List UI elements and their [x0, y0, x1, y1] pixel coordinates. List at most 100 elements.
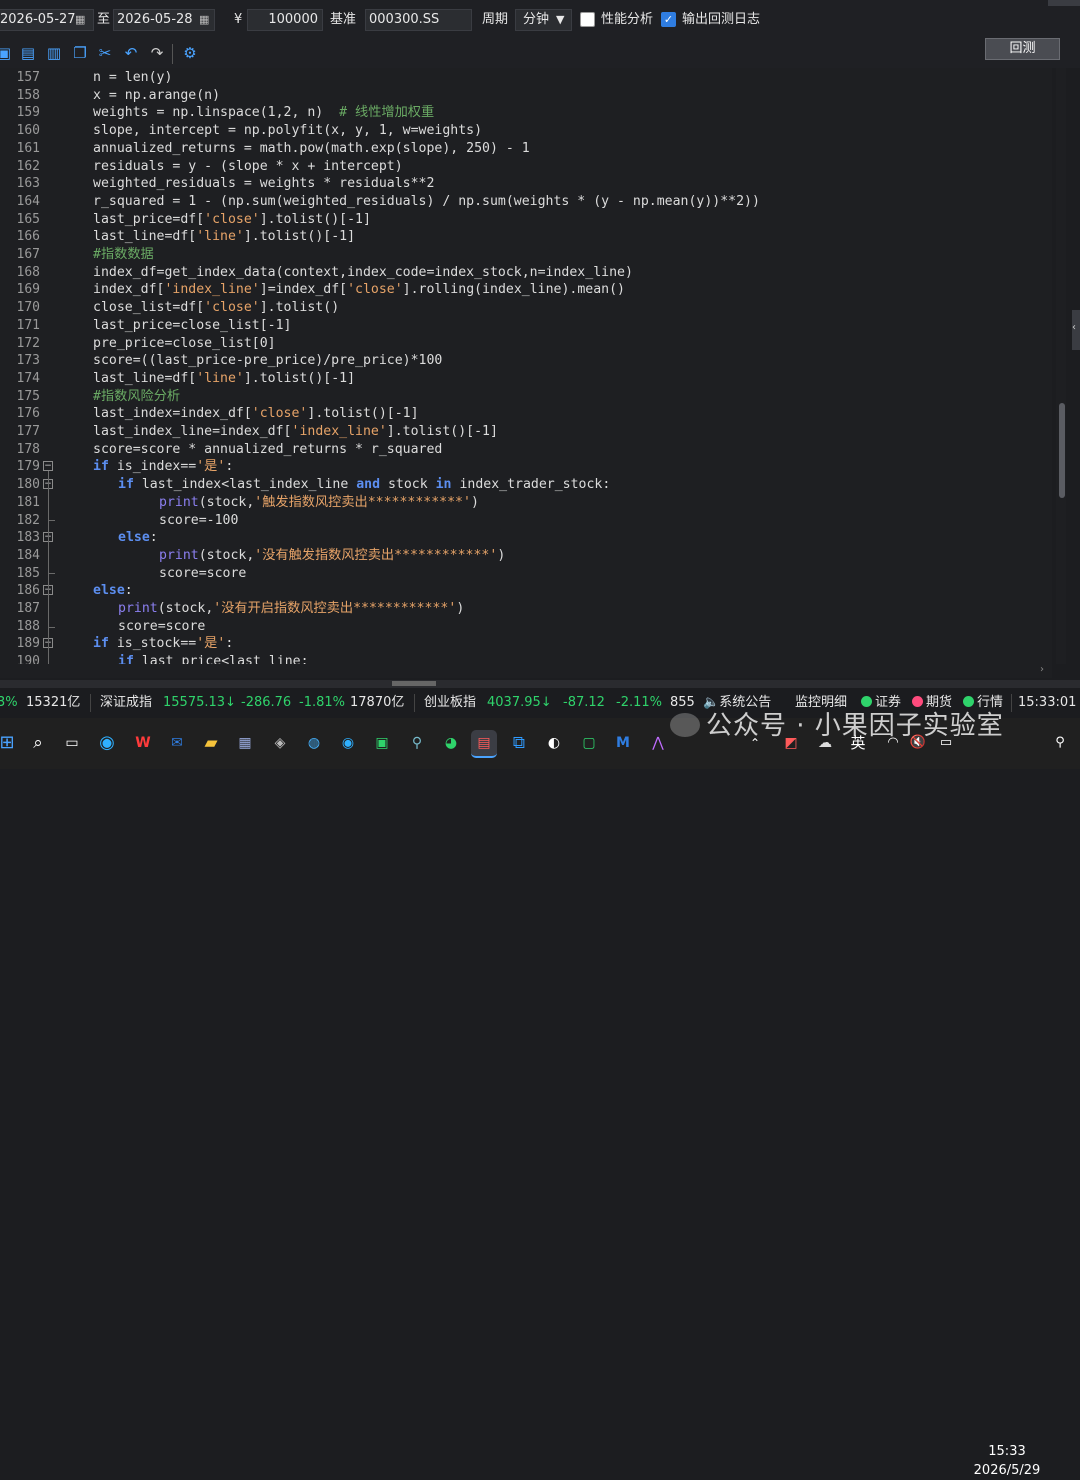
edge-dev-icon[interactable]: ◉ — [335, 730, 361, 756]
wechat-icon[interactable]: ◕ — [438, 730, 464, 756]
copy-icon[interactable]: ❐ — [70, 43, 90, 63]
capital-value: 100000 — [268, 12, 318, 27]
code-line[interactable]: 180−if last_index<last_index_line and st… — [0, 476, 1052, 494]
code-line[interactable]: 177 last_index_line=index_df['index_line'… — [0, 423, 1052, 441]
line-number: 180 — [16, 477, 40, 493]
store-icon[interactable]: ▦ — [232, 730, 258, 756]
chevron-right-icon: › — [1040, 664, 1044, 675]
message-app-icon[interactable]: ▢ — [576, 730, 602, 756]
panda-app-icon[interactable]: ◐ — [541, 730, 567, 756]
code-line[interactable]: 189−if is_stock=='是': — [0, 635, 1052, 653]
code-line[interactable]: 186−else: — [0, 582, 1052, 600]
code-line[interactable]: 183−else: — [0, 529, 1052, 547]
benchmark-label: 基准 — [330, 12, 357, 27]
code-line[interactable]: 184 print(stock,'没有触发指数风控卖出************') — [0, 547, 1052, 565]
code-line[interactable]: 165 last_price=df['close'].tolist()[-1] — [0, 211, 1052, 229]
fold-toggle-icon[interactable]: − — [43, 461, 53, 472]
szcz-name[interactable]: 深证成指 — [100, 688, 152, 718]
code-text: slope, intercept = np.polyfit(x, y, 1, w… — [93, 122, 482, 140]
m-app-icon[interactable]: M — [610, 730, 636, 756]
save-icon[interactable]: ▤ — [18, 43, 38, 63]
code-line[interactable]: 178 score=score * annualized_returns * r_… — [0, 441, 1052, 459]
horizontal-scrollbar[interactable]: › — [0, 664, 1052, 678]
code-line[interactable]: 181 print(stock,'触发指数风控卖出************') — [0, 494, 1052, 512]
code-line[interactable]: 176 last_index=index_df['close'].tolist()… — [0, 405, 1052, 423]
code-editor[interactable]: 157 n = len(y) 158 x = np.arange(n) 159 weigh… — [0, 68, 1052, 664]
splitter-grip-icon[interactable] — [392, 681, 436, 686]
start-menu-icon[interactable]: ⊞ — [0, 730, 20, 756]
code-token: ) — [470, 494, 479, 510]
calendar-icon[interactable]: ▦ — [75, 13, 85, 26]
open-icon[interactable]: ▣ — [0, 43, 14, 63]
undo-icon[interactable]: ↶ — [121, 43, 141, 63]
benchmark-field[interactable]: 000300.SS — [365, 9, 472, 31]
panel-splitter[interactable] — [0, 680, 1080, 688]
code-line[interactable]: 166 last_line=df['line'].tolist()[-1] — [0, 228, 1052, 246]
task-view-icon[interactable]: ▭ — [59, 730, 85, 756]
notification-icon[interactable]: ⚲ — [1047, 730, 1073, 756]
code-line[interactable]: 168 index_df=get_index_data(context,index… — [0, 264, 1052, 282]
side-panel-handle[interactable]: ‹ — [1072, 310, 1080, 350]
line-number: 171 — [16, 317, 40, 333]
code-text: last_index=index_df['close'].tolist()[-1… — [93, 405, 419, 423]
save-as-icon[interactable]: ▥ — [44, 43, 64, 63]
code-text: weights = np.linspace(1,2, n) # 线性增加权重 — [93, 104, 434, 122]
vpn-app-icon[interactable]: ⋀ — [645, 730, 671, 756]
code-keyword: if — [118, 654, 134, 664]
calendar-icon[interactable]: ▦ — [199, 13, 209, 26]
code-line[interactable]: 157 n = len(y) — [0, 69, 1052, 87]
settings-icon[interactable]: ⚙ — [180, 43, 200, 63]
mail-app-icon[interactable]: ✉ — [164, 730, 190, 756]
browser-globe-icon[interactable]: ◍ — [301, 730, 327, 756]
line-number: 162 — [16, 158, 40, 174]
redo-icon[interactable]: ↷ — [147, 43, 167, 63]
code-line[interactable]: 167 #指数数据 — [0, 246, 1052, 264]
code-line[interactable]: 188 score=score — [0, 618, 1052, 636]
code-line[interactable]: 158 x = np.arange(n) — [0, 87, 1052, 105]
log-checkbox[interactable]: ✓ — [661, 12, 676, 27]
code-line[interactable]: 171 last_price=close_list[-1] — [0, 317, 1052, 335]
code-line[interactable]: 185 score=score — [0, 565, 1052, 583]
vertical-scroll-thumb[interactable] — [1059, 403, 1065, 498]
code-text: annualized_returns = math.pow(math.exp(s… — [93, 140, 530, 158]
search-tool-icon[interactable]: ⚲ — [404, 730, 430, 756]
line-number: 190 — [16, 654, 40, 664]
code-line[interactable]: 163 weighted_residuals = weights * residu… — [0, 175, 1052, 193]
code-line[interactable]: 179− if is_index=='是': — [0, 458, 1052, 476]
log-label: 输出回测日志 — [682, 12, 761, 27]
wps-office-icon[interactable]: W — [130, 730, 156, 756]
code-line[interactable]: 175 #指数风险分析 — [0, 388, 1052, 406]
vscode-icon[interactable]: ⧉ — [506, 730, 532, 756]
capital-field[interactable]: 100000 — [247, 9, 323, 31]
vertical-scrollbar[interactable] — [1056, 68, 1066, 664]
code-line[interactable]: 164 r_squared = 1 - (np.sum(weighted_resi… — [0, 193, 1052, 211]
cyb-name[interactable]: 创业板指 — [424, 688, 476, 718]
app-cube-icon[interactable]: ◈ — [267, 730, 293, 756]
code-line[interactable]: 170 close_list=df['close'].tolist() — [0, 299, 1052, 317]
code-line[interactable]: 174 last_line=df['line'].tolist()[-1] — [0, 370, 1052, 388]
perf-analysis-checkbox[interactable] — [580, 12, 595, 27]
period-value: 分钟 — [523, 12, 550, 27]
code-line[interactable]: 160 slope, intercept = np.polyfit(x, y, 1… — [0, 122, 1052, 140]
code-line[interactable]: 182 score=-100 — [0, 512, 1052, 530]
chat-app-icon[interactable]: ▣ — [369, 730, 395, 756]
code-keyword: else — [93, 583, 125, 599]
run-backtest-button[interactable]: 回测 — [985, 38, 1060, 60]
search-icon[interactable]: ⌕ — [25, 730, 51, 756]
code-line[interactable]: 172 pre_price=close_list[0] — [0, 335, 1052, 353]
taskbar-clock[interactable]: 15:33 2026/5/29 — [972, 1442, 1042, 1480]
down-arrow-icon: ↓ — [225, 695, 236, 710]
code-line[interactable]: 162 residuals = y - (slope * x + intercep… — [0, 158, 1052, 176]
code-line[interactable]: 159 weights = np.linspace(1,2, n) # 线性增加权… — [0, 104, 1052, 122]
edge-browser-icon[interactable]: ◉ — [94, 730, 120, 756]
cut-icon[interactable]: ✂ — [95, 43, 115, 63]
code-line[interactable]: 190 if last_price<last_line: — [0, 653, 1052, 664]
code-line[interactable]: 187 print(stock,'没有开启指数风控卖出************') — [0, 600, 1052, 618]
file-explorer-icon[interactable]: ▰ — [198, 730, 224, 756]
code-line[interactable]: 161 annualized_returns = math.pow(math.ex… — [0, 140, 1052, 158]
code-line[interactable]: 169 index_df['index_line']=index_df['clos… — [0, 281, 1052, 299]
line-number: 160 — [16, 123, 40, 139]
trading-app-icon[interactable]: ▤ — [471, 730, 497, 758]
period-select[interactable]: 分钟 ▼ — [515, 9, 572, 31]
code-line[interactable]: 173 score=((last_price-pre_price)/pre_pri… — [0, 352, 1052, 370]
